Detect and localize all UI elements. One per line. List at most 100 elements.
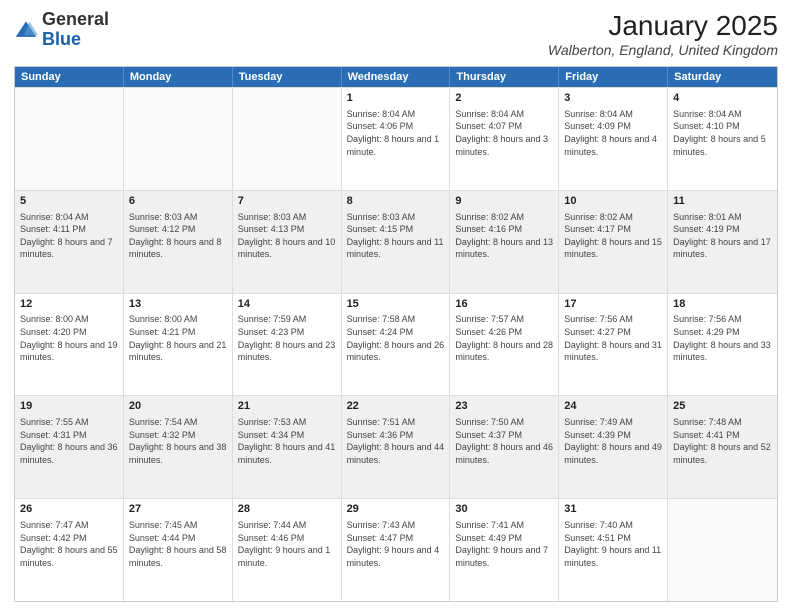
page: General Blue January 2025 Walberton, Eng… [0, 0, 792, 612]
calendar-cell [124, 88, 233, 190]
calendar-cell: 1 Sunrise: 8:04 AM Sunset: 4:06 PM Daylig… [342, 88, 451, 190]
cell-sun-info: Sunrise: 7:49 AM Sunset: 4:39 PM Dayligh… [564, 416, 662, 466]
cell-sun-info: Sunrise: 7:51 AM Sunset: 4:36 PM Dayligh… [347, 416, 445, 466]
calendar-row: 5 Sunrise: 8:04 AM Sunset: 4:11 PM Daylig… [15, 190, 777, 293]
calendar-cell [233, 88, 342, 190]
cell-sun-info: Sunrise: 8:04 AM Sunset: 4:11 PM Dayligh… [20, 211, 118, 261]
calendar-cell: 29 Sunrise: 7:43 AM Sunset: 4:47 PM Dayli… [342, 499, 451, 601]
cell-sun-info: Sunrise: 8:04 AM Sunset: 4:06 PM Dayligh… [347, 108, 445, 158]
calendar-cell: 9Sunrise: 8:02 AM Sunset: 4:16 PM Daylig… [450, 191, 559, 293]
calendar-cell [668, 499, 777, 601]
day-number: 19 [20, 399, 118, 414]
calendar-cell: 20Sunrise: 7:54 AM Sunset: 4:32 PM Dayli… [124, 396, 233, 498]
cell-sun-info: Sunrise: 8:00 AM Sunset: 4:21 PM Dayligh… [129, 313, 227, 363]
cell-sun-info: Sunrise: 7:50 AM Sunset: 4:37 PM Dayligh… [455, 416, 553, 466]
day-number: 18 [673, 297, 772, 312]
day-number: 5 [20, 194, 118, 209]
cell-sun-info: Sunrise: 7:44 AM Sunset: 4:46 PM Dayligh… [238, 519, 336, 569]
cell-sun-info: Sunrise: 8:04 AM Sunset: 4:10 PM Dayligh… [673, 108, 772, 158]
calendar-cell: 3Sunrise: 8:04 AM Sunset: 4:09 PM Daylig… [559, 88, 668, 190]
calendar-cell: 5 Sunrise: 8:04 AM Sunset: 4:11 PM Daylig… [15, 191, 124, 293]
cell-sun-info: Sunrise: 8:04 AM Sunset: 4:09 PM Dayligh… [564, 108, 662, 158]
calendar-header: SundayMondayTuesdayWednesdayThursdayFrid… [15, 67, 777, 87]
cell-sun-info: Sunrise: 8:03 AM Sunset: 4:15 PM Dayligh… [347, 211, 445, 261]
day-number: 21 [238, 399, 336, 414]
weekday-header: Friday [559, 67, 668, 87]
location: Walberton, England, United Kingdom [548, 42, 778, 58]
calendar-cell: 22 Sunrise: 7:51 AM Sunset: 4:36 PM Dayli… [342, 396, 451, 498]
calendar-cell: 15Sunrise: 7:58 AM Sunset: 4:24 PM Dayli… [342, 294, 451, 396]
calendar-cell: 7 Sunrise: 8:03 AM Sunset: 4:13 PM Daylig… [233, 191, 342, 293]
day-number: 17 [564, 297, 662, 312]
logo-blue: Blue [42, 29, 81, 49]
cell-sun-info: Sunrise: 8:01 AM Sunset: 4:19 PM Dayligh… [673, 211, 772, 261]
calendar-cell: 19Sunrise: 7:55 AM Sunset: 4:31 PM Dayli… [15, 396, 124, 498]
calendar-cell: 17Sunrise: 7:56 AM Sunset: 4:27 PM Dayli… [559, 294, 668, 396]
weekday-header: Saturday [668, 67, 777, 87]
day-number: 22 [347, 399, 445, 414]
calendar-cell: 28 Sunrise: 7:44 AM Sunset: 4:46 PM Dayli… [233, 499, 342, 601]
calendar-cell: 25Sunrise: 7:48 AM Sunset: 4:41 PM Dayli… [668, 396, 777, 498]
day-number: 24 [564, 399, 662, 414]
cell-sun-info: Sunrise: 7:53 AM Sunset: 4:34 PM Dayligh… [238, 416, 336, 466]
calendar-cell: 31 Sunrise: 7:40 AM Sunset: 4:51 PM Dayli… [559, 499, 668, 601]
cell-sun-info: Sunrise: 7:43 AM Sunset: 4:47 PM Dayligh… [347, 519, 445, 569]
cell-sun-info: Sunrise: 7:45 AM Sunset: 4:44 PM Dayligh… [129, 519, 227, 569]
logo: General Blue [14, 10, 109, 50]
cell-sun-info: Sunrise: 7:40 AM Sunset: 4:51 PM Dayligh… [564, 519, 662, 569]
calendar-row: 12Sunrise: 8:00 AM Sunset: 4:20 PM Dayli… [15, 293, 777, 396]
logo-icon [14, 18, 38, 42]
day-number: 2 [455, 91, 553, 106]
cell-sun-info: Sunrise: 7:47 AM Sunset: 4:42 PM Dayligh… [20, 519, 118, 569]
calendar-row: 1 Sunrise: 8:04 AM Sunset: 4:06 PM Daylig… [15, 87, 777, 190]
day-number: 29 [347, 502, 445, 517]
calendar-cell: 23 Sunrise: 7:50 AM Sunset: 4:37 PM Dayli… [450, 396, 559, 498]
cell-sun-info: Sunrise: 8:03 AM Sunset: 4:13 PM Dayligh… [238, 211, 336, 261]
calendar-cell: 6Sunrise: 8:03 AM Sunset: 4:12 PM Daylig… [124, 191, 233, 293]
day-number: 13 [129, 297, 227, 312]
day-number: 23 [455, 399, 553, 414]
day-number: 8 [347, 194, 445, 209]
calendar-cell: 12Sunrise: 8:00 AM Sunset: 4:20 PM Dayli… [15, 294, 124, 396]
calendar-cell [15, 88, 124, 190]
cell-sun-info: Sunrise: 7:56 AM Sunset: 4:29 PM Dayligh… [673, 313, 772, 363]
calendar-cell: 10 Sunrise: 8:02 AM Sunset: 4:17 PM Dayli… [559, 191, 668, 293]
day-number: 11 [673, 194, 772, 209]
calendar-cell: 8 Sunrise: 8:03 AM Sunset: 4:15 PM Daylig… [342, 191, 451, 293]
day-number: 12 [20, 297, 118, 312]
day-number: 20 [129, 399, 227, 414]
cell-sun-info: Sunrise: 7:57 AM Sunset: 4:26 PM Dayligh… [455, 313, 553, 363]
day-number: 10 [564, 194, 662, 209]
weekday-header: Monday [124, 67, 233, 87]
day-number: 28 [238, 502, 336, 517]
day-number: 1 [347, 91, 445, 106]
day-number: 25 [673, 399, 772, 414]
weekday-header: Sunday [15, 67, 124, 87]
cell-sun-info: Sunrise: 8:00 AM Sunset: 4:20 PM Dayligh… [20, 313, 118, 363]
day-number: 31 [564, 502, 662, 517]
day-number: 9 [455, 194, 553, 209]
calendar-row: 26Sunrise: 7:47 AM Sunset: 4:42 PM Dayli… [15, 498, 777, 601]
calendar-cell: 13Sunrise: 8:00 AM Sunset: 4:21 PM Dayli… [124, 294, 233, 396]
calendar-cell: 26Sunrise: 7:47 AM Sunset: 4:42 PM Dayli… [15, 499, 124, 601]
day-number: 7 [238, 194, 336, 209]
logo-text: General Blue [42, 10, 109, 50]
weekday-header: Tuesday [233, 67, 342, 87]
calendar-cell: 16Sunrise: 7:57 AM Sunset: 4:26 PM Dayli… [450, 294, 559, 396]
weekday-header: Wednesday [342, 67, 451, 87]
logo-general: General [42, 9, 109, 29]
cell-sun-info: Sunrise: 7:58 AM Sunset: 4:24 PM Dayligh… [347, 313, 445, 363]
calendar-cell: 21 Sunrise: 7:53 AM Sunset: 4:34 PM Dayli… [233, 396, 342, 498]
day-number: 30 [455, 502, 553, 517]
day-number: 16 [455, 297, 553, 312]
calendar-cell: 14Sunrise: 7:59 AM Sunset: 4:23 PM Dayli… [233, 294, 342, 396]
calendar-cell: 2Sunrise: 8:04 AM Sunset: 4:07 PM Daylig… [450, 88, 559, 190]
calendar-body: 1 Sunrise: 8:04 AM Sunset: 4:06 PM Daylig… [15, 87, 777, 601]
cell-sun-info: Sunrise: 8:02 AM Sunset: 4:17 PM Dayligh… [564, 211, 662, 261]
day-number: 15 [347, 297, 445, 312]
day-number: 14 [238, 297, 336, 312]
cell-sun-info: Sunrise: 7:59 AM Sunset: 4:23 PM Dayligh… [238, 313, 336, 363]
day-number: 4 [673, 91, 772, 106]
cell-sun-info: Sunrise: 8:03 AM Sunset: 4:12 PM Dayligh… [129, 211, 227, 261]
calendar: SundayMondayTuesdayWednesdayThursdayFrid… [14, 66, 778, 602]
